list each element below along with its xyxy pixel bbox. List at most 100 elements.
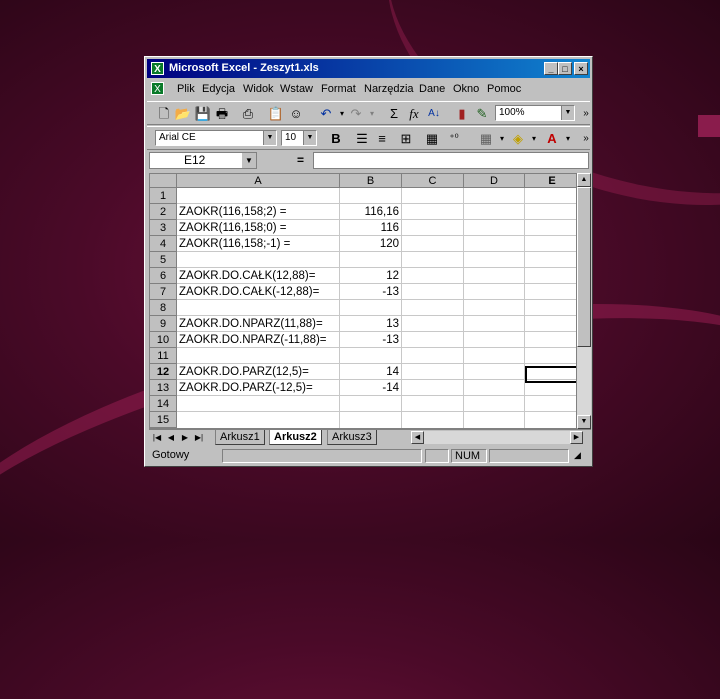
drawing-icon[interactable]: ✎	[473, 105, 491, 122]
row-header[interactable]: 11	[150, 348, 177, 364]
print-preview-icon[interactable]: 🖶	[213, 105, 231, 122]
sort-ascending-icon[interactable]: A↓	[425, 105, 443, 122]
smiley-icon[interactable]: ☺	[287, 105, 305, 122]
row-header[interactable]: 1	[150, 188, 177, 204]
font-size-select[interactable]: 10 ▼	[281, 130, 317, 146]
menu-widok[interactable]: Widok	[243, 83, 274, 95]
minimize-button[interactable]: _	[544, 62, 558, 75]
cell-a6[interactable]: ZAOKR.DO.CAŁK(12,88)=	[177, 268, 340, 284]
name-box[interactable]: E12 ▼	[149, 152, 257, 169]
autosum-icon[interactable]: Σ	[385, 105, 403, 122]
menu-format[interactable]: Format	[321, 83, 356, 95]
chevron-down-icon[interactable]: ▼	[303, 131, 316, 145]
sheet-tab-arkusz1[interactable]: Arkusz1	[215, 430, 265, 445]
currency-icon[interactable]: ▦	[423, 130, 441, 147]
open-folder-icon[interactable]: 📂	[174, 105, 192, 122]
fill-dropdown-icon[interactable]: ▾	[525, 130, 543, 147]
column-header-b[interactable]: B	[340, 174, 402, 188]
function-icon[interactable]: fx	[405, 105, 423, 122]
first-sheet-icon[interactable]: |◀	[151, 431, 163, 444]
menu-plik[interactable]: Plik	[177, 83, 195, 95]
redo-dropdown-icon[interactable]: ▾	[363, 105, 381, 122]
row-header[interactable]: 7	[150, 284, 177, 300]
print-icon[interactable]: ⎙	[239, 105, 257, 122]
maximize-button[interactable]: □	[558, 62, 572, 75]
excel-icon[interactable]: X	[151, 62, 164, 75]
last-sheet-icon[interactable]: ▶|	[193, 431, 205, 444]
resize-grip-icon[interactable]: ◢	[571, 449, 587, 463]
row-header[interactable]: 2	[150, 204, 177, 220]
cell-b13[interactable]: -14	[340, 380, 402, 396]
row-header[interactable]: 8	[150, 300, 177, 316]
active-cell-e12[interactable]	[525, 366, 576, 383]
row-header[interactable]: 15	[150, 412, 177, 428]
chevron-down-icon[interactable]: ▼	[561, 106, 574, 120]
align-left-icon[interactable]: ☰	[353, 130, 371, 147]
row-header[interactable]: 14	[150, 396, 177, 412]
cell-b2[interactable]: 116,16	[340, 204, 402, 220]
menu-wstaw[interactable]: Wstaw	[280, 83, 313, 95]
sheet-tab-arkusz3[interactable]: Arkusz3	[327, 430, 377, 445]
row-header[interactable]: 6	[150, 268, 177, 284]
chevron-down-icon[interactable]: ▼	[263, 131, 276, 145]
font-color-dropdown-icon[interactable]: ▾	[559, 130, 577, 147]
sheet-tab-arkusz2[interactable]: Arkusz2	[269, 430, 322, 445]
chart-wizard-icon[interactable]: ▮	[453, 105, 471, 122]
font-select[interactable]: Arial CE ▼	[155, 130, 277, 146]
row-header[interactable]: 5	[150, 252, 177, 268]
cell-a9[interactable]: ZAOKR.DO.NPARZ(11,88)=	[177, 316, 340, 332]
align-center-icon[interactable]: ≡	[373, 130, 391, 147]
prev-sheet-icon[interactable]: ◀	[165, 431, 177, 444]
edit-formula-button[interactable]: =	[297, 153, 304, 167]
row-header[interactable]: 10	[150, 332, 177, 348]
close-button[interactable]: ×	[574, 62, 588, 75]
cell-b6[interactable]: 12	[340, 268, 402, 284]
row-header[interactable]: 9	[150, 316, 177, 332]
menu-narzedzia[interactable]: Narzędzia	[364, 83, 414, 95]
menu-okno[interactable]: Okno	[453, 83, 479, 95]
cell-a10[interactable]: ZAOKR.DO.NPARZ(-11,88)=	[177, 332, 340, 348]
row-header[interactable]: 4	[150, 236, 177, 252]
toolbar-options-icon[interactable]: »	[577, 130, 595, 147]
worksheet-grid[interactable]: A B C D E 1 2 ZAOKR(116,158;2) = 116,16 …	[149, 173, 577, 429]
scroll-up-icon[interactable]: ▲	[577, 173, 591, 187]
cell-b4[interactable]: 120	[340, 236, 402, 252]
select-all-corner[interactable]	[150, 174, 177, 188]
bold-icon[interactable]: B	[327, 130, 345, 147]
menu-pomoc[interactable]: Pomoc	[487, 83, 521, 95]
cell-b10[interactable]: -13	[340, 332, 402, 348]
row-header[interactable]: 12	[150, 364, 177, 380]
new-document-icon[interactable]: 🗋	[155, 105, 173, 122]
paste-icon[interactable]: 📋	[267, 105, 285, 122]
column-header-e[interactable]: E	[525, 174, 576, 188]
increase-decimal-icon[interactable]: ⁺⁰	[445, 130, 463, 147]
cell-a4[interactable]: ZAOKR(116,158;-1) =	[177, 236, 340, 252]
scroll-thumb[interactable]	[577, 187, 591, 347]
toolbar-options-icon[interactable]: »	[577, 105, 595, 122]
scroll-down-icon[interactable]: ▼	[577, 415, 591, 429]
save-icon[interactable]: 💾	[194, 105, 212, 122]
merge-center-icon[interactable]: ⊞	[397, 130, 415, 147]
cell-b12[interactable]: 14	[340, 364, 402, 380]
cell-b7[interactable]: -13	[340, 284, 402, 300]
column-header-a[interactable]: A	[177, 174, 340, 188]
row-header[interactable]: 3	[150, 220, 177, 236]
zoom-select[interactable]: 100% ▼	[495, 105, 575, 121]
cell-b9[interactable]: 13	[340, 316, 402, 332]
cell-b3[interactable]: 116	[340, 220, 402, 236]
menu-dane[interactable]: Dane	[419, 83, 445, 95]
workbook-icon[interactable]: X	[151, 82, 164, 95]
scroll-left-icon[interactable]: ◀	[411, 431, 424, 444]
column-header-d[interactable]: D	[464, 174, 525, 188]
formula-input[interactable]	[313, 152, 589, 169]
chevron-down-icon[interactable]: ▼	[242, 153, 256, 168]
next-sheet-icon[interactable]: ▶	[179, 431, 191, 444]
cell-a13[interactable]: ZAOKR.DO.PARZ(-12,5)=	[177, 380, 340, 396]
cell-a7[interactable]: ZAOKR.DO.CAŁK(-12,88)=	[177, 284, 340, 300]
cell-a12[interactable]: ZAOKR.DO.PARZ(12,5)=	[177, 364, 340, 380]
scroll-right-icon[interactable]: ▶	[570, 431, 583, 444]
menu-edycja[interactable]: Edycja	[202, 83, 235, 95]
cell-a3[interactable]: ZAOKR(116,158;0) =	[177, 220, 340, 236]
vertical-scrollbar[interactable]: ▲ ▼	[577, 173, 591, 429]
cell-a2[interactable]: ZAOKR(116,158;2) =	[177, 204, 340, 220]
